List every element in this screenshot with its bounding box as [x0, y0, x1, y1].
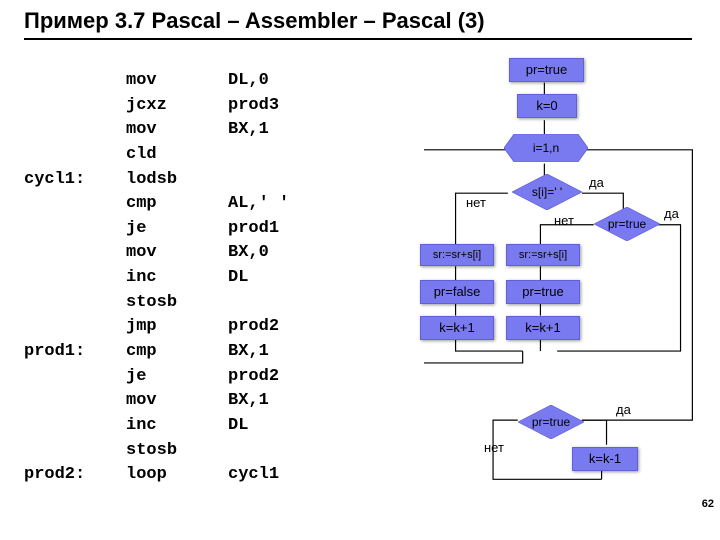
label-yes-3: да: [616, 402, 631, 417]
rhomb-pr2: pr=true: [518, 405, 584, 439]
label-no-3: нет: [484, 440, 504, 455]
label-yes-1: да: [589, 175, 604, 190]
hex-loop: i=1,n: [504, 134, 588, 162]
label-no-1: нет: [466, 195, 486, 210]
assembly-code: mov DL,0 jcxz prod3 mov BX,1 cld cycl1: …: [24, 69, 424, 495]
box-sr-left: sr:=sr+s[i]: [420, 244, 494, 266]
label-yes-2: да: [664, 206, 679, 221]
box-sr-right: sr:=sr+s[i]: [506, 244, 580, 266]
label-no-2: нет: [554, 213, 574, 228]
rhomb-space-label: s[i]=' ': [526, 186, 568, 198]
box-pr-true-r: pr=true: [506, 280, 580, 304]
flowchart: pr=true k=0 i=1,n s[i]=' ' нет да pr=tru…: [424, 52, 720, 512]
slide-title: Пример 3.7 Pascal – Assembler – Pascal (…: [24, 8, 720, 34]
title-bar: Пример 3.7 Pascal – Assembler – Pascal (…: [0, 0, 720, 40]
box-pr-false: pr=false: [420, 280, 494, 304]
page-number: 62: [702, 498, 714, 510]
box-kinc-right: k=k+1: [506, 316, 580, 340]
rhomb-pr2-label: pr=true: [526, 416, 576, 428]
rhomb-pr-label: pr=true: [602, 218, 652, 230]
content-row: mov DL,0 jcxz prod3 mov BX,1 cld cycl1: …: [0, 40, 720, 512]
rhomb-space: s[i]=' ': [512, 174, 582, 210]
hex-loop-label: i=1,n: [527, 142, 565, 154]
box-k0: k=0: [517, 94, 577, 118]
box-pr-true: pr=true: [509, 58, 584, 82]
box-kinc-left: k=k+1: [420, 316, 494, 340]
box-k-dec: k=k-1: [572, 447, 638, 471]
rhomb-pr: pr=true: [594, 207, 660, 241]
